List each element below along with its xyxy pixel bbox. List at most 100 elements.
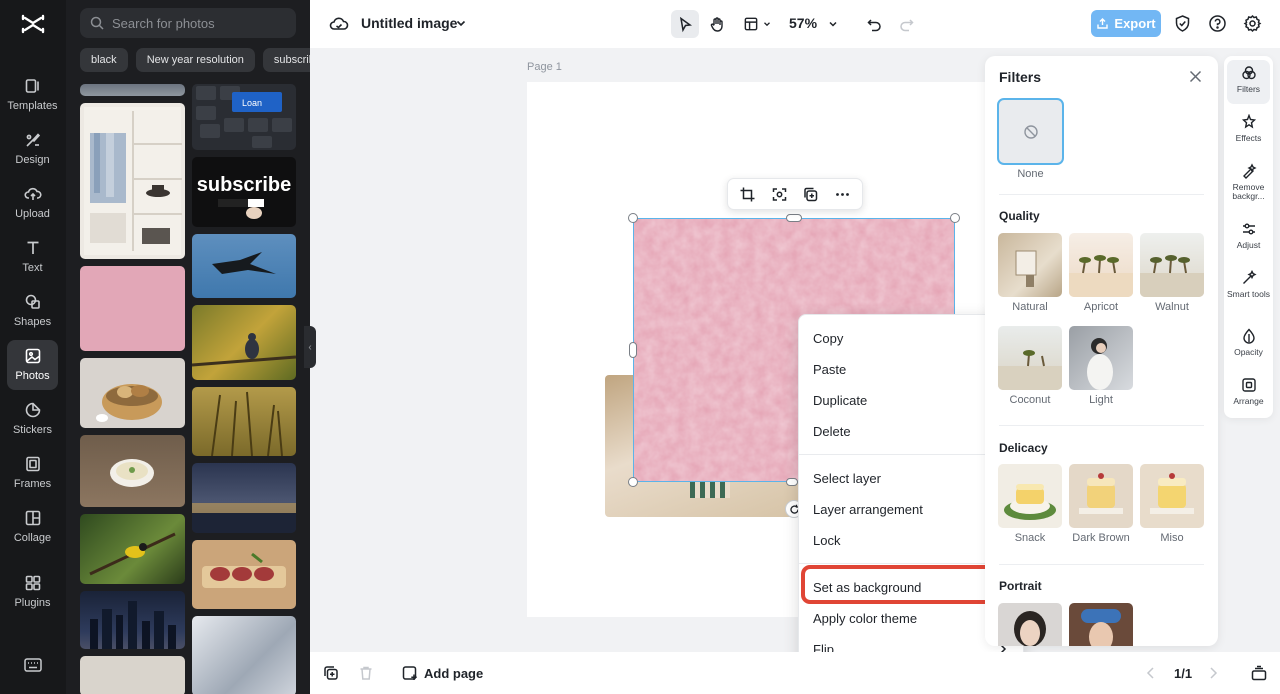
filter-card-coconut[interactable] (998, 326, 1062, 390)
chevron-down-icon[interactable] (454, 16, 468, 30)
filter-card-apricot[interactable] (1069, 233, 1133, 297)
strip-label: Arrange (1233, 396, 1264, 406)
rail-item-frames[interactable]: Frames (7, 448, 58, 498)
export-button[interactable]: Export (1091, 10, 1161, 37)
adjust-icon (1242, 223, 1255, 235)
hand-icon (710, 16, 723, 32)
resize-handle-bottom-left[interactable] (628, 477, 638, 487)
next-page-icon[interactable] (1205, 665, 1221, 681)
hand-tool-button[interactable] (703, 10, 731, 38)
rail-item-plugins[interactable]: Plugins (7, 567, 58, 617)
photo-thumb-grass[interactable] (192, 387, 296, 456)
filter-card-dark-brown[interactable] (1069, 464, 1133, 528)
chip-black[interactable]: black (80, 48, 128, 72)
rail-item-photos[interactable]: Photos (7, 340, 58, 390)
layout-menu-button[interactable] (739, 10, 775, 38)
resize-handle-top-left[interactable] (628, 213, 638, 223)
close-icon[interactable] (1189, 70, 1202, 83)
duplicate-page-icon[interactable] (323, 665, 339, 681)
photo-thumb-mountains[interactable] (192, 616, 296, 694)
filter-card-snack[interactable] (998, 464, 1062, 528)
document-title[interactable]: Untitled image (361, 15, 457, 31)
rail-item-upload[interactable]: Upload (7, 178, 58, 228)
resize-handle-top[interactable] (786, 214, 802, 222)
duplicate-icon[interactable] (802, 186, 819, 203)
strip-item-remove-background[interactable]: Remove backgr... (1227, 158, 1270, 210)
photo-thumb-bread[interactable] (80, 358, 185, 428)
settings-gear-icon[interactable] (1243, 14, 1262, 33)
delete-page-icon[interactable] (358, 665, 374, 681)
strip-item-filters[interactable]: Filters (1227, 60, 1270, 104)
filter-none-card[interactable] (997, 98, 1064, 165)
chip-new-year-resolution[interactable]: New year resolution (135, 48, 255, 72)
crop-icon[interactable] (739, 186, 756, 203)
shield-icon[interactable] (1173, 14, 1192, 33)
rail-label: Text (22, 262, 43, 274)
rail-label: Design (15, 154, 50, 166)
rail-label: Photos (15, 370, 50, 382)
resize-handle-bottom[interactable] (786, 478, 798, 486)
photo-thumb-bird-branch[interactable] (192, 305, 296, 380)
photo-thumb-keyboard-loan[interactable]: Loan (192, 84, 296, 150)
rail-label: Collage (13, 532, 52, 544)
more-options-icon[interactable] (834, 186, 851, 203)
help-icon[interactable] (1208, 14, 1227, 33)
filter-card-portrait-2[interactable] (1069, 603, 1133, 646)
capcut-logo-icon[interactable] (19, 10, 47, 38)
resize-handle-top-right[interactable] (950, 213, 960, 223)
previous-page-icon[interactable] (1143, 665, 1159, 681)
strip-item-smart-tools[interactable]: Smart tools (1227, 265, 1270, 317)
rail-item-stickers[interactable]: Stickers (7, 394, 58, 444)
photo-thumb-harbor[interactable] (192, 463, 296, 533)
divider (999, 564, 1204, 565)
filter-card-light[interactable] (1069, 326, 1133, 390)
export-label: Export (1114, 16, 1156, 31)
rail-item-design[interactable]: Design (7, 124, 58, 174)
photo-thumb-soup[interactable] (80, 435, 185, 507)
strip-item-adjust[interactable]: Adjust (1227, 216, 1270, 260)
photo-thumb-salami-bread[interactable] (192, 540, 296, 609)
photo-thumb[interactable] (80, 84, 185, 96)
rail-item-text[interactable]: Text (7, 232, 58, 282)
undo-button[interactable] (863, 10, 885, 38)
filter-card-walnut[interactable] (1140, 233, 1204, 297)
search-input[interactable]: Search for photos (80, 8, 296, 38)
filter-none-label: None (1017, 168, 1044, 180)
photo-thumb-subscribe[interactable]: subscribe (192, 157, 296, 227)
collage-icon (25, 510, 40, 526)
photo-thumb-bird-flying[interactable] (192, 234, 296, 298)
strip-item-arrange[interactable]: Arrange (1227, 372, 1270, 416)
add-page-button[interactable]: Add page (402, 665, 483, 681)
photo-thumb-closet[interactable] (80, 103, 185, 259)
templates-icon (25, 79, 39, 93)
photo-thumb-pink-texture[interactable] (80, 266, 185, 351)
strip-label: Smart tools (1227, 289, 1270, 299)
rail-item-templates[interactable]: Templates (7, 70, 58, 120)
zoom-dropdown-button[interactable] (824, 10, 842, 38)
strip-item-opacity[interactable]: Opacity (1227, 323, 1270, 367)
panel-collapse-handle[interactable]: ‹ (304, 326, 316, 368)
filter-card-portrait-1[interactable] (998, 603, 1062, 646)
plugins-icon (25, 575, 40, 591)
filter-card-miso[interactable] (1140, 464, 1204, 528)
replace-image-icon[interactable] (771, 186, 788, 203)
photo-thumb-writing[interactable] (80, 656, 185, 694)
zoom-level[interactable]: 57% (789, 15, 817, 31)
select-tool-button[interactable] (671, 10, 699, 38)
cloud-sync-icon[interactable] (329, 14, 349, 34)
chip-subscribe[interactable]: subscribe (262, 48, 310, 72)
photo-thumb-city[interactable] (80, 591, 185, 649)
filters-icon (1241, 66, 1256, 80)
filter-card-natural[interactable] (998, 233, 1062, 297)
rail-item-collage[interactable]: Collage (7, 502, 58, 552)
strip-item-effects[interactable]: Effects (1227, 109, 1270, 153)
pages-panel-icon[interactable] (1251, 665, 1267, 681)
redo-button[interactable] (895, 10, 917, 38)
remove-background-icon (1242, 163, 1257, 179)
filter-label-apricot: Apricot (1083, 301, 1119, 313)
photo-thumb-bird-yellow[interactable] (80, 514, 185, 584)
resize-handle-left[interactable] (629, 342, 637, 358)
keyboard-shortcuts-icon[interactable] (23, 656, 43, 674)
strip-label: Opacity (1234, 347, 1263, 357)
rail-item-shapes[interactable]: Shapes (7, 286, 58, 336)
